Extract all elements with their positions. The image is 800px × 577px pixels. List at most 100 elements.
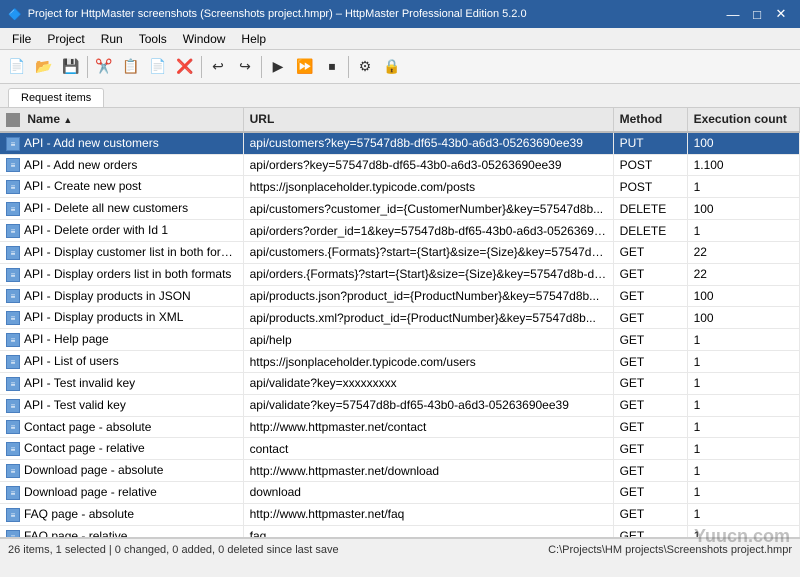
table-row[interactable]: ≡API - Delete order with Id 1api/orders?… <box>0 220 800 242</box>
cell-exec-count: 1 <box>687 372 799 394</box>
toolbar: 📄 📂 💾 ✂️ 📋 📄 ❌ ↩ ↪ ▶ ⏩ ⏹ ⚙ 🔒 <box>0 50 800 84</box>
titlebar: 🔷 Project for HttpMaster screenshots (Sc… <box>0 0 800 28</box>
row-icon: ≡ <box>6 355 20 369</box>
table-row[interactable]: ≡API - Delete all new customersapi/custo… <box>0 198 800 220</box>
cell-url: http://www.httpmaster.net/download <box>243 460 613 482</box>
cell-method: GET <box>613 329 687 351</box>
toolbar-open-button[interactable]: 📂 <box>31 54 57 80</box>
cell-exec-count: 1 <box>687 482 799 504</box>
toolbar-cut-button[interactable]: ✂️ <box>91 54 117 80</box>
col-header-url[interactable]: URL <box>243 108 613 132</box>
col-header-method[interactable]: Method <box>613 108 687 132</box>
table-row[interactable]: ≡Contact page - absolutehttp://www.httpm… <box>0 416 800 438</box>
col-header-name[interactable]: Name ▲ <box>0 108 243 132</box>
cell-exec-count: 100 <box>687 198 799 220</box>
cell-name: ≡API - List of users <box>0 351 243 373</box>
toolbar-sep-1 <box>87 56 88 78</box>
toolbar-paste-button[interactable]: 📄 <box>145 54 171 80</box>
cell-method: GET <box>613 307 687 329</box>
cell-exec-count: 1.100 <box>687 154 799 176</box>
menu-item-window[interactable]: Window <box>175 28 234 49</box>
cell-url: api/customers?customer_id={CustomerNumbe… <box>243 198 613 220</box>
table-row[interactable]: ≡API - Display orders list in both forma… <box>0 263 800 285</box>
table-row[interactable]: ≡API - List of usershttps://jsonplacehol… <box>0 351 800 373</box>
toolbar-run-stop-button[interactable]: ⏹ <box>319 54 345 80</box>
table-row[interactable]: ≡Download page - relativedownloadGET1 <box>0 482 800 504</box>
row-icon: ≡ <box>6 180 20 194</box>
cell-name: ≡API - Add new customers <box>0 132 243 154</box>
table-row[interactable]: ≡API - Add new ordersapi/orders?key=5754… <box>0 154 800 176</box>
cell-url: api/orders.{Formats}?start={Start}&size=… <box>243 263 613 285</box>
toolbar-settings-button[interactable]: ⚙ <box>352 54 378 80</box>
row-icon: ≡ <box>6 442 20 456</box>
app-icon: 🔷 <box>8 8 22 21</box>
table-row[interactable]: ≡API - Add new customersapi/customers?ke… <box>0 132 800 154</box>
table-row[interactable]: ≡API - Test invalid keyapi/validate?key=… <box>0 372 800 394</box>
table-row[interactable]: ≡FAQ page - absolutehttp://www.httpmaste… <box>0 503 800 525</box>
cell-exec-count: 1 <box>687 329 799 351</box>
table-row[interactable]: ≡Download page - absolutehttp://www.http… <box>0 460 800 482</box>
menu-item-file[interactable]: File <box>4 28 39 49</box>
table-row[interactable]: ≡Contact page - relativecontactGET1 <box>0 438 800 460</box>
table-row[interactable]: ≡API - Create new posthttps://jsonplaceh… <box>0 176 800 198</box>
row-icon: ≡ <box>6 202 20 216</box>
menu-item-run[interactable]: Run <box>93 28 131 49</box>
menu-item-project[interactable]: Project <box>39 28 92 49</box>
close-button[interactable]: ✕ <box>770 4 792 24</box>
cell-name: ≡API - Create new post <box>0 176 243 198</box>
row-icon: ≡ <box>6 224 20 238</box>
cell-url: faq <box>243 525 613 538</box>
row-icon: ≡ <box>6 311 20 325</box>
table-row[interactable]: ≡API - Display customer list in both for… <box>0 241 800 263</box>
table-row[interactable]: ≡API - Help pageapi/helpGET1 <box>0 329 800 351</box>
cell-exec-count: 1 <box>687 503 799 525</box>
cell-exec-count: 22 <box>687 241 799 263</box>
toolbar-run-all-button[interactable]: ⏩ <box>292 54 318 80</box>
table-body: ≡API - Add new customersapi/customers?ke… <box>0 132 800 538</box>
toolbar-redo-button[interactable]: ↪ <box>232 54 258 80</box>
table-header-row: Name ▲ URL Method Execution count <box>0 108 800 132</box>
table-row[interactable]: ≡FAQ page - relativefaqGET1 <box>0 525 800 538</box>
col-header-execcount[interactable]: Execution count <box>687 108 799 132</box>
toolbar-save-button[interactable]: 💾 <box>58 54 84 80</box>
cell-name: ≡API - Display products in JSON <box>0 285 243 307</box>
toolbar-undo-button[interactable]: ↩ <box>205 54 231 80</box>
cell-url: http://www.httpmaster.net/faq <box>243 503 613 525</box>
maximize-button[interactable]: □ <box>746 4 768 24</box>
row-icon: ≡ <box>6 508 20 522</box>
minimize-button[interactable]: — <box>722 4 744 24</box>
table-container[interactable]: Name ▲ URL Method Execution count ≡API -… <box>0 108 800 538</box>
toolbar-sep-3 <box>261 56 262 78</box>
cell-url: api/help <box>243 329 613 351</box>
table-row[interactable]: ≡API - Test valid keyapi/validate?key=57… <box>0 394 800 416</box>
cell-url: api/customers.{Formats}?start={Start}&si… <box>243 241 613 263</box>
toolbar-copy-button[interactable]: 📋 <box>118 54 144 80</box>
cell-name: ≡Contact page - absolute <box>0 416 243 438</box>
cell-name: ≡API - Display orders list in both forma… <box>0 263 243 285</box>
tab-request-items[interactable]: Request items <box>8 88 104 107</box>
tabbar: Request items <box>0 84 800 108</box>
menu-item-help[interactable]: Help <box>233 28 274 49</box>
cell-url: http://www.httpmaster.net/contact <box>243 416 613 438</box>
cell-url: api/orders?key=57547d8b-df65-43b0-a6d3-0… <box>243 154 613 176</box>
toolbar-run-button[interactable]: ▶ <box>265 54 291 80</box>
cell-method: GET <box>613 525 687 538</box>
cell-exec-count: 100 <box>687 285 799 307</box>
menu-item-tools[interactable]: Tools <box>131 28 175 49</box>
toolbar-lock-button[interactable]: 🔒 <box>379 54 405 80</box>
cell-method: POST <box>613 176 687 198</box>
row-icon: ≡ <box>6 486 20 500</box>
cell-exec-count: 1 <box>687 416 799 438</box>
cell-name: ≡Download page - absolute <box>0 460 243 482</box>
table-row[interactable]: ≡API - Display products in XMLapi/produc… <box>0 307 800 329</box>
toolbar-sep-2 <box>201 56 202 78</box>
toolbar-delete-button[interactable]: ❌ <box>172 54 198 80</box>
cell-name: ≡API - Test valid key <box>0 394 243 416</box>
cell-method: PUT <box>613 132 687 154</box>
cell-method: GET <box>613 482 687 504</box>
cell-name: ≡Download page - relative <box>0 482 243 504</box>
toolbar-new-button[interactable]: 📄 <box>4 54 30 80</box>
row-icon: ≡ <box>6 464 20 478</box>
table-row[interactable]: ≡API - Display products in JSONapi/produ… <box>0 285 800 307</box>
statusbar: 26 items, 1 selected | 0 changed, 0 adde… <box>0 538 800 560</box>
